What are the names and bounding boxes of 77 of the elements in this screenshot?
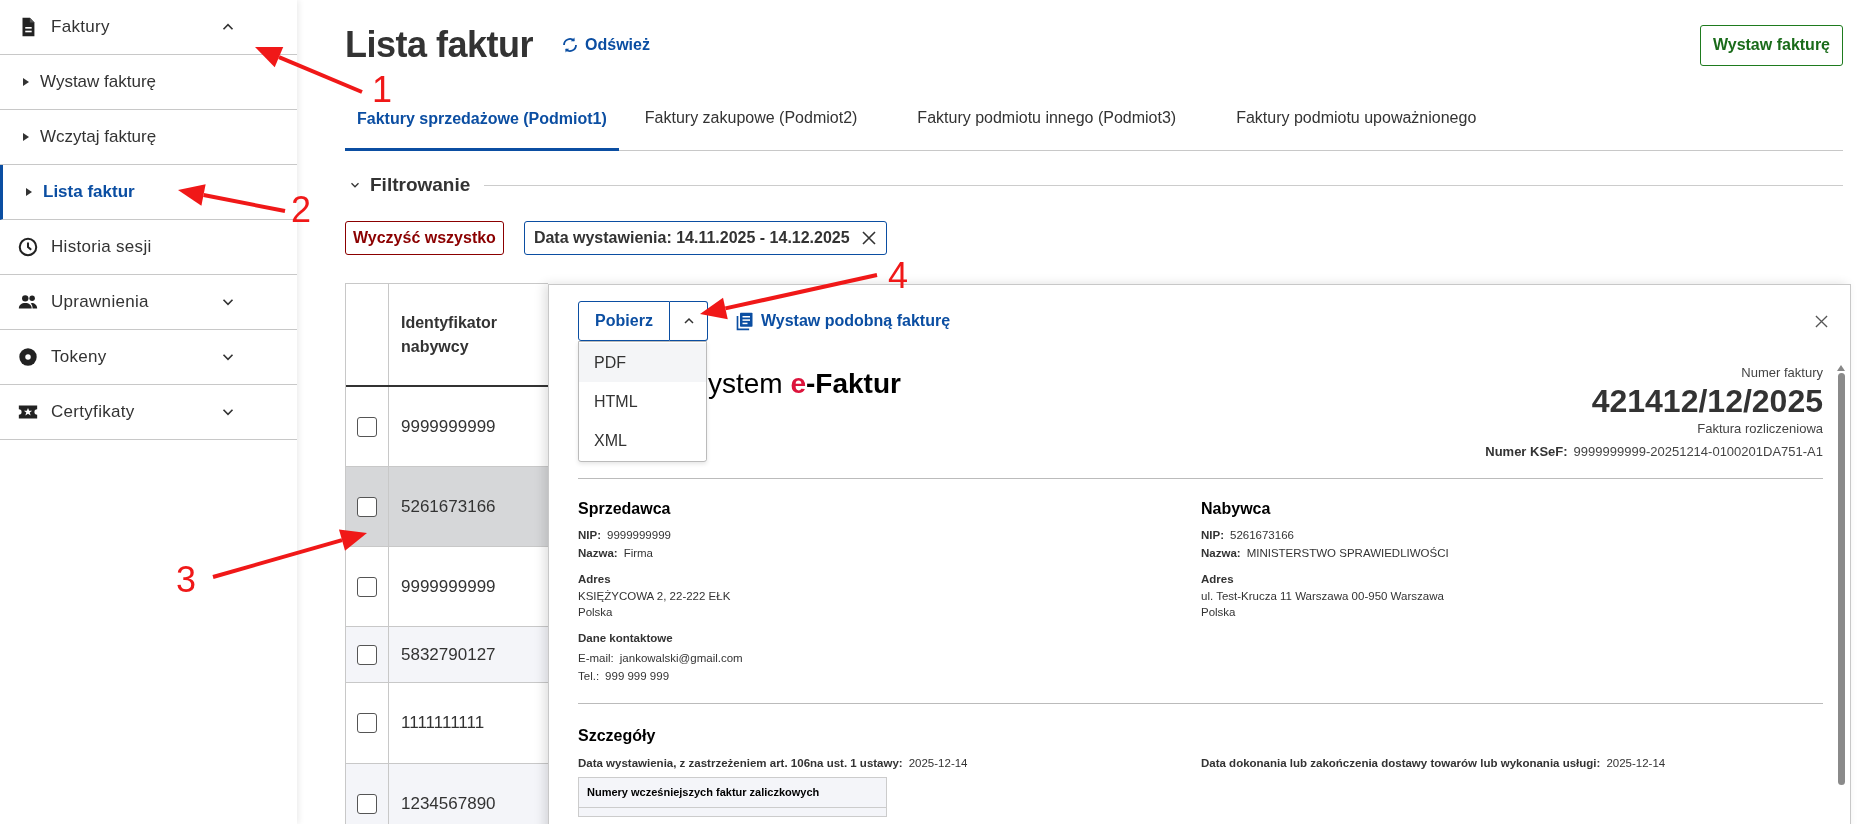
- close-icon: [1815, 314, 1828, 328]
- field-label: Data wystawienia, z zastrzeżeniem art. 106na ust. 1 ustawy:: [578, 756, 903, 771]
- clear-all-button[interactable]: Wyczyść wszystko: [345, 221, 504, 255]
- triangle-icon: [25, 188, 33, 196]
- sidebar-item[interactable]: Uprawnienia: [0, 275, 297, 330]
- section-title: Szczegóły: [578, 726, 657, 746]
- table-cell-text: 9999999999: [401, 575, 496, 598]
- table-cell-text: 5261673166: [401, 495, 496, 518]
- field-value: 9999999999-20251214-0100201DA751-A1: [1573, 443, 1823, 461]
- invoice-number: 421412/12/2025: [1591, 382, 1823, 419]
- field-value: Firma: [623, 545, 653, 561]
- column-header: Identyfikator nabywcy: [401, 312, 498, 357]
- system-logo: ystem e-Faktur: [708, 367, 901, 401]
- field-label: Nazwa:: [1201, 545, 1241, 561]
- table-cell-text: 9999999999: [401, 415, 496, 438]
- field-value: 9999999999: [607, 527, 671, 543]
- party-title: Sprzedawca: [578, 498, 672, 519]
- field-label: NIP:: [578, 527, 601, 543]
- document-list-icon: [735, 311, 755, 331]
- tab[interactable]: Faktury podmiotu innego (Podmiot3): [905, 88, 1189, 150]
- address-line: ul. Test-Krucza 11 Warszawa 00-950 Warszawa: [1201, 588, 1445, 604]
- field-value: jankowalski@gmail.com: [619, 651, 743, 666]
- field-label: Numer faktury: [1741, 364, 1823, 382]
- table-header-cell: Numery wcześniejszych faktur zaliczkowych: [579, 778, 886, 808]
- checkbox[interactable]: [357, 416, 377, 437]
- invoice-type: Faktura rozliczeniowa: [1697, 419, 1823, 438]
- checkbox[interactable]: [357, 713, 377, 733]
- table-cell-text: 5832790127: [401, 643, 496, 666]
- field-label: Data dokonania lub zakończenia dostawy towarów lub wykonania usługi:: [1201, 756, 1601, 771]
- download-button[interactable]: Pobierz: [578, 301, 670, 341]
- field-value: MINISTERSTWO SPRAWIEDLIWOŚCI: [1246, 545, 1449, 561]
- disc-icon: [17, 346, 39, 368]
- checkbox[interactable]: [357, 644, 377, 665]
- refresh-link[interactable]: Odśwież: [561, 33, 650, 57]
- section-title: Filtrowanie: [370, 172, 471, 197]
- menu-item[interactable]: XML: [579, 421, 706, 460]
- checkbox[interactable]: [357, 496, 377, 517]
- address-line: Polska: [578, 604, 614, 620]
- sidebar-item[interactable]: Certyfikaty: [0, 385, 297, 440]
- table-cell-text: 1111111111: [401, 712, 485, 735]
- field-value: 2025-12-14: [1606, 756, 1666, 771]
- close-icon: [861, 231, 876, 245]
- similar-invoice-link[interactable]: Wystaw podobną fakturę: [735, 309, 951, 333]
- refresh-icon: [561, 36, 580, 54]
- annotation-number: 3: [176, 562, 197, 598]
- field-value: 2025-12-14: [908, 756, 968, 771]
- menu-item[interactable]: HTML: [579, 382, 706, 421]
- filter-chip[interactable]: Data wystawienia: 14.11.2025 - 14.12.2025: [523, 221, 887, 255]
- field-label: Adres: [578, 571, 612, 587]
- tab[interactable]: Faktury podmiotu upoważnionego: [1224, 88, 1489, 150]
- annotation-number: 4: [888, 258, 909, 294]
- triangle-icon: [22, 133, 30, 141]
- checkbox[interactable]: [357, 794, 377, 814]
- party-title: Nabywca: [1201, 498, 1272, 519]
- field-value: 999 999 999: [605, 669, 670, 684]
- field-label: NIP:: [1201, 527, 1224, 543]
- page-title: Lista faktur: [345, 23, 534, 67]
- checkbox[interactable]: [357, 576, 377, 597]
- field-label: Adres: [1201, 571, 1235, 587]
- address-line: KSIĘŻYCOWA 2, 22-222 EŁK: [578, 588, 732, 604]
- field-label: Numer KSeF:: [1485, 443, 1568, 461]
- tab[interactable]: Faktury zakupowe (Podmiot2): [632, 88, 870, 150]
- field-label: Nazwa:: [578, 545, 618, 561]
- field-label: Dane kontaktowe: [578, 630, 674, 646]
- menu-item[interactable]: PDF: [579, 343, 706, 382]
- field-label: E-mail:: [578, 651, 614, 666]
- field-value: 5261673166: [1230, 527, 1294, 543]
- sidebar-item[interactable]: Tokeny: [0, 330, 297, 385]
- triangle-icon: [22, 78, 30, 86]
- issue-invoice-button[interactable]: Wystaw fakturę: [1699, 24, 1843, 66]
- field-label: Tel.:: [578, 669, 600, 684]
- address-line: Polska: [1201, 604, 1237, 620]
- table-cell-text: 1234567890: [401, 793, 496, 816]
- sidebar-subitem[interactable]: Wczytaj fakturę: [0, 110, 297, 165]
- selected-row[interactable]: 5261673166: [346, 467, 548, 547]
- scrollbar[interactable]: [1836, 365, 1846, 785]
- clock-icon: [17, 236, 39, 258]
